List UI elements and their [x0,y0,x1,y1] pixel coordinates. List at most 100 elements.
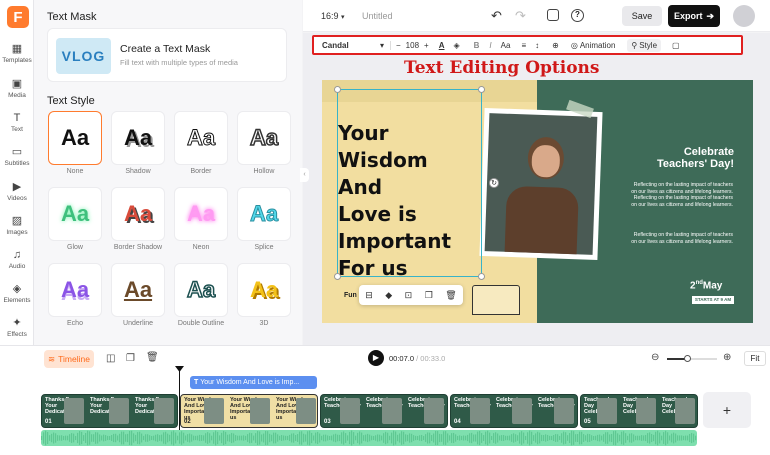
waveform-bar [119,433,121,443]
nav-item-text[interactable]: T Text [0,112,34,133]
timeline-clip[interactable]: Your Wisdom And Love is Important For us… [180,394,318,428]
timeline-clip[interactable]: Teachers' Day CelebrationTeachers' Day C… [580,394,698,428]
waveform-bar [623,431,625,445]
waveform-bar [577,433,579,443]
nav-item-images[interactable]: ▨ Images [0,215,34,236]
zoom-slider-handle[interactable] [683,355,691,362]
nav-item-subtitles[interactable]: ▭ Subtitles [0,146,34,167]
bold-icon[interactable]: B [474,41,480,50]
help-icon[interactable]: ? [571,9,584,22]
zoom-slider[interactable] [667,358,717,360]
text-style-echo[interactable]: Aa [48,263,102,317]
resize-handle[interactable] [334,273,341,280]
resize-handle[interactable] [334,86,341,93]
audio-track[interactable] [41,430,697,446]
layers-icon[interactable]: ◆ [385,290,392,301]
play-button[interactable]: ▶ [368,350,384,366]
text-style-border-shadow[interactable]: Aa [111,187,165,241]
text-style-shadow[interactable]: Aa [111,111,165,165]
avatar[interactable] [733,5,755,27]
animation-button[interactable]: ◎ Animation [571,41,616,50]
text-style-none[interactable]: Aa [48,111,102,165]
spacing-icon[interactable]: ↕ [535,41,539,50]
nav-item-elements[interactable]: ◈ Elements [0,283,34,304]
timeline-clip[interactable]: Celebrate Teachers' DayCelebrate Teacher… [450,394,578,428]
timeline-clip[interactable]: Celebrate Teachers' DayCelebrate Teacher… [320,394,448,428]
screenshot-icon[interactable] [547,9,559,21]
clip-frame-thumb [470,398,490,424]
waveform-bar [467,434,469,442]
waveform-bar [681,435,683,441]
waveform-bar [139,431,141,445]
playhead-handle[interactable] [175,366,184,372]
italic-icon[interactable]: I [489,41,491,50]
text-color-icon[interactable]: A [439,41,445,50]
duplicate-icon[interactable]: ❐ [425,290,433,301]
redo-icon[interactable]: ↷ [515,8,526,24]
images-icon: ▨ [11,215,23,227]
duplicate-icon[interactable]: ❐ [126,353,135,364]
text-style-border[interactable]: Aa [174,111,228,165]
text-style-underline[interactable]: Aa [111,263,165,317]
text-style-3d[interactable]: Aa [237,263,291,317]
waveform-bar [655,431,657,445]
nav-item-effects[interactable]: ✦ Effects [0,317,34,338]
align-icon[interactable]: ≡ [521,41,526,50]
style-button[interactable]: ⚲ Style [627,38,662,52]
text-case-icon[interactable]: Aa [501,41,511,50]
comment-icon[interactable]: ▢ [672,41,680,50]
waveform-bar [589,434,591,442]
app-logo[interactable]: F [7,6,29,28]
text-style-splice[interactable]: Aa [237,187,291,241]
export-button[interactable]: Export ➔ [668,5,720,27]
text-style-neon[interactable]: Aa [174,187,228,241]
unlock-icon[interactable]: ⊡ [405,290,413,301]
project-title[interactable]: Untitled [362,11,393,21]
undo-icon[interactable]: ↶ [491,8,502,24]
text-track-clip[interactable]: T Your Wisdom And Love is Imp... [190,376,317,389]
fit-button[interactable]: Fit [744,351,766,366]
nav-item-label: Images [6,229,28,236]
text-style-glow[interactable]: Aa [48,187,102,241]
nav-item-templates[interactable]: ▦ Templates [0,43,34,64]
font-family-select[interactable]: Candal ▾ [322,41,384,50]
waveform-bar [667,432,669,444]
waveform-bar [621,431,623,445]
font-size-stepper[interactable]: − 108 + [390,40,429,50]
font-size-decrease[interactable]: − [396,41,401,50]
nav-item-audio[interactable]: ♫ Audio [0,249,34,270]
resize-handle[interactable] [478,273,485,280]
font-size-increase[interactable]: + [424,41,429,50]
highlight-icon[interactable]: ◈ [453,41,459,50]
split-icon[interactable]: ◫ [106,353,115,364]
nav-item-media[interactable]: ▣ Media [0,78,34,99]
selected-text-box[interactable]: Your Wisdom And Love is Important For us [337,89,482,280]
trash-icon[interactable]: 🗑 [445,290,456,301]
collapse-panel-icon[interactable]: ‹ [300,168,309,182]
save-button[interactable]: Save [622,6,662,26]
zoom-in-icon[interactable]: ⊕ [723,352,731,363]
zoom-out-icon[interactable]: ⊖ [651,352,659,363]
waveform-bar [453,432,455,444]
layer-effects-icon[interactable]: ⊕ [552,41,559,50]
waveform-bar [619,434,621,442]
design-canvas[interactable]: Your Wisdom And Love is Important For us ↻ ⊟ … [322,80,753,323]
delete-icon[interactable]: 🗑 [146,352,159,363]
rotate-icon[interactable]: ↻ [489,178,499,188]
align-icon[interactable]: ⊟ [365,290,373,301]
text-style-double-outline[interactable]: Aa [174,263,228,317]
waveform-bar [537,431,539,445]
add-clip-button[interactable]: + [703,392,751,428]
font-size-value[interactable]: 108 [406,41,419,50]
timeline-clip[interactable]: Thanks For Your Dedication Thanks For You… [41,394,178,428]
waveform-bar [439,433,441,443]
title-line-1: Celebrate [683,146,734,158]
create-text-mask-card[interactable]: VLOG Create a Text Mask Fill text with m… [47,28,287,82]
waveform-bar [421,434,423,442]
resize-handle[interactable] [478,86,485,93]
timeline-tab[interactable]: ≋ Timeline [44,350,94,368]
nav-item-videos[interactable]: ▶ Videos [0,181,34,202]
aspect-ratio-select[interactable]: 16:9 ▾ [321,11,345,21]
text-style-hollow[interactable]: Aa [237,111,291,165]
waveform-bar [217,431,219,445]
